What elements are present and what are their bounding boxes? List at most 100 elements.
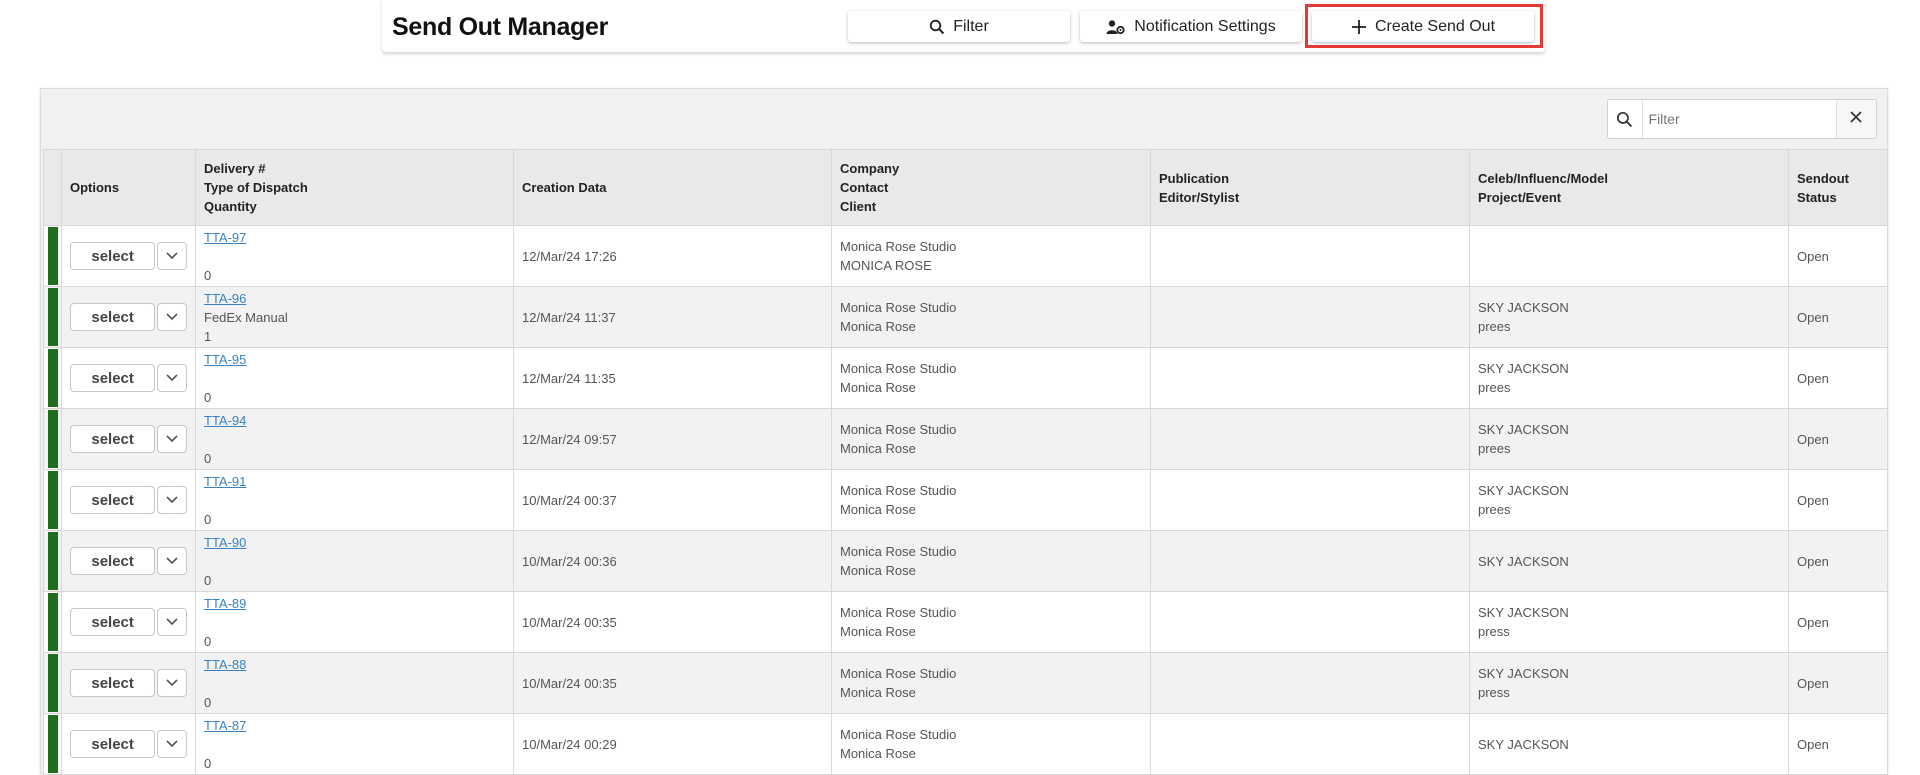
delivery-link[interactable]: TTA-97 bbox=[204, 228, 246, 247]
column-header-status[interactable]: Sendout Status bbox=[1788, 149, 1888, 226]
delivery-link[interactable]: TTA-94 bbox=[204, 411, 246, 430]
options-dropdown-button[interactable] bbox=[157, 486, 187, 514]
search-icon bbox=[929, 19, 945, 35]
options-dropdown-button[interactable] bbox=[157, 425, 187, 453]
publication-cell bbox=[1150, 225, 1470, 287]
table-row[interactable]: select TTA-91 0 10/Mar/24 00:37 Monica R… bbox=[43, 469, 1888, 531]
status-bar-cell bbox=[43, 225, 62, 287]
celeb-name: SKY JACKSON bbox=[1478, 553, 1569, 569]
select-button[interactable]: select bbox=[70, 608, 156, 636]
quantity: 0 bbox=[204, 268, 212, 283]
company-cell: Monica Rose Studio Monica Rose bbox=[831, 347, 1151, 409]
project-name: prees bbox=[1478, 380, 1511, 395]
delivery-link[interactable]: TTA-90 bbox=[204, 533, 246, 552]
celeb-name: SKY JACKSON bbox=[1478, 483, 1569, 498]
creation-date: 10/Mar/24 00:35 bbox=[513, 652, 832, 714]
delivery-cell: TTA-89 0 bbox=[195, 591, 514, 653]
delivery-link[interactable]: TTA-95 bbox=[204, 350, 246, 369]
project-name: prees bbox=[1478, 502, 1511, 517]
options-cell: select bbox=[61, 286, 196, 348]
company-cell: Monica Rose Studio MONICA ROSE bbox=[831, 225, 1151, 287]
table-row[interactable]: select TTA-96 FedEx Manual 1 12/Mar/24 1… bbox=[43, 286, 1888, 348]
column-header-options[interactable]: Options bbox=[61, 149, 196, 226]
table-row[interactable]: select TTA-97 0 12/Mar/24 17:26 Monica R… bbox=[43, 225, 1888, 287]
chevron-down-icon bbox=[165, 430, 179, 449]
table-row[interactable]: select TTA-87 0 10/Mar/24 00:29 Monica R… bbox=[43, 713, 1888, 775]
sendout-status: Open bbox=[1788, 286, 1888, 348]
filter-button-label: Filter bbox=[953, 17, 989, 35]
delivery-cell: TTA-95 0 bbox=[195, 347, 514, 409]
select-button[interactable]: select bbox=[70, 364, 156, 392]
project-name: prees bbox=[1478, 441, 1511, 456]
options-dropdown-button[interactable] bbox=[157, 303, 187, 331]
table-row[interactable]: select TTA-95 0 12/Mar/24 11:35 Monica R… bbox=[43, 347, 1888, 409]
delivery-link[interactable]: TTA-96 bbox=[204, 289, 246, 308]
quantity: 0 bbox=[204, 451, 212, 466]
select-button[interactable]: select bbox=[70, 669, 156, 697]
delivery-cell: TTA-91 0 bbox=[195, 469, 514, 531]
select-button[interactable]: select bbox=[70, 425, 156, 453]
delivery-link[interactable]: TTA-88 bbox=[204, 655, 246, 674]
status-color-bar bbox=[48, 654, 58, 712]
clear-filter-button[interactable] bbox=[1835, 100, 1876, 138]
contact-name: Monica Rose bbox=[840, 685, 916, 700]
company-cell: Monica Rose Studio Monica Rose bbox=[831, 713, 1151, 775]
header-bar: Send Out Manager Filter Notification Set… bbox=[382, 0, 1545, 52]
contact-name: Monica Rose bbox=[840, 319, 916, 334]
company-cell: Monica Rose Studio Monica Rose bbox=[831, 530, 1151, 592]
publication-cell bbox=[1150, 530, 1470, 592]
column-header-company[interactable]: Company Contact Client bbox=[831, 149, 1151, 226]
select-button[interactable]: select bbox=[70, 730, 156, 758]
company-name: Monica Rose Studio bbox=[840, 727, 957, 742]
plus-icon bbox=[1351, 19, 1367, 35]
sendout-status: Open bbox=[1788, 347, 1888, 409]
options-dropdown-button[interactable] bbox=[157, 242, 187, 270]
options-dropdown-button[interactable] bbox=[157, 547, 187, 575]
search-icon bbox=[1608, 100, 1643, 138]
options-dropdown-button[interactable] bbox=[157, 730, 187, 758]
celeb-cell: SKY JACKSON prees bbox=[1469, 347, 1789, 409]
options-cell: select bbox=[61, 530, 196, 592]
contact-name: MONICA ROSE bbox=[840, 258, 932, 273]
filter-button[interactable]: Filter bbox=[848, 11, 1070, 42]
options-cell: select bbox=[61, 591, 196, 653]
table-row[interactable]: select TTA-89 0 10/Mar/24 00:35 Monica R… bbox=[43, 591, 1888, 653]
status-color-bar bbox=[48, 349, 58, 407]
options-cell: select bbox=[61, 347, 196, 409]
delivery-cell: TTA-87 0 bbox=[195, 713, 514, 775]
company-name: Monica Rose Studio bbox=[840, 605, 957, 620]
select-button[interactable]: select bbox=[70, 303, 156, 331]
table-row[interactable]: select TTA-94 0 12/Mar/24 09:57 Monica R… bbox=[43, 408, 1888, 470]
select-button[interactable]: select bbox=[70, 547, 156, 575]
table-row[interactable]: select TTA-90 0 10/Mar/24 00:36 Monica R… bbox=[43, 530, 1888, 592]
options-dropdown-button[interactable] bbox=[157, 669, 187, 697]
column-header-creation[interactable]: Creation Data bbox=[513, 149, 832, 226]
select-button[interactable]: select bbox=[70, 486, 156, 514]
options-cell: select bbox=[61, 408, 196, 470]
celeb-name: SKY JACKSON bbox=[1478, 666, 1569, 681]
column-header-delivery[interactable]: Delivery # Type of Dispatch Quantity bbox=[195, 149, 514, 226]
options-dropdown-button[interactable] bbox=[157, 608, 187, 636]
publication-cell bbox=[1150, 469, 1470, 531]
status-bar-cell bbox=[43, 286, 62, 348]
delivery-link[interactable]: TTA-87 bbox=[204, 716, 246, 735]
column-header-celeb[interactable]: Celeb/Influenc/Model Project/Event bbox=[1469, 149, 1789, 226]
create-send-out-button[interactable]: Create Send Out bbox=[1312, 11, 1534, 42]
company-name: Monica Rose Studio bbox=[840, 422, 957, 437]
chevron-down-icon bbox=[165, 247, 179, 266]
company-name: Monica Rose Studio bbox=[840, 361, 957, 376]
company-name: Monica Rose Studio bbox=[840, 239, 957, 254]
notification-settings-button[interactable]: Notification Settings bbox=[1080, 11, 1302, 42]
column-header-publication[interactable]: Publication Editor/Stylist bbox=[1150, 149, 1470, 226]
table-filter-input[interactable] bbox=[1642, 100, 1836, 138]
status-bar-cell bbox=[43, 469, 62, 531]
celeb-name: SKY JACKSON bbox=[1478, 361, 1569, 376]
delivery-link[interactable]: TTA-91 bbox=[204, 472, 246, 491]
sendout-status: Open bbox=[1788, 591, 1888, 653]
select-button[interactable]: select bbox=[70, 242, 156, 270]
options-dropdown-button[interactable] bbox=[157, 364, 187, 392]
creation-date: 10/Mar/24 00:35 bbox=[513, 591, 832, 653]
sendout-status: Open bbox=[1788, 225, 1888, 287]
table-row[interactable]: select TTA-88 0 10/Mar/24 00:35 Monica R… bbox=[43, 652, 1888, 714]
delivery-link[interactable]: TTA-89 bbox=[204, 594, 246, 613]
